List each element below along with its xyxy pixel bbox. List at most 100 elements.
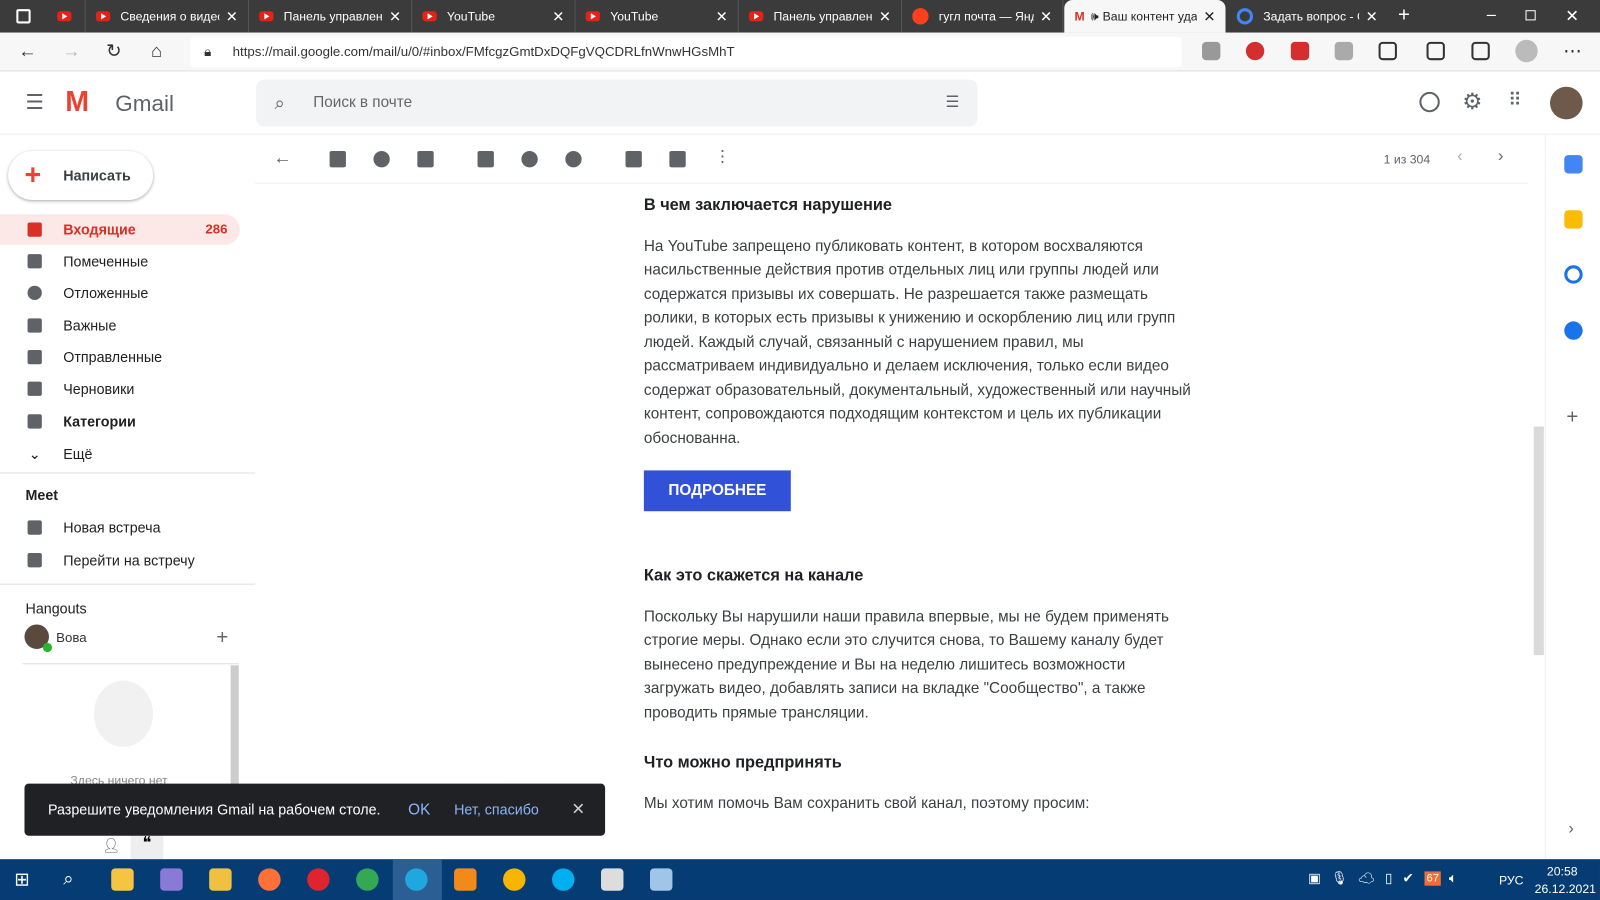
- close-tab-icon[interactable]: ✕: [716, 8, 728, 25]
- skype-icon[interactable]: [552, 868, 575, 891]
- snackbar-ok-button[interactable]: OK: [408, 784, 430, 836]
- close-tab-icon[interactable]: ✕: [1366, 8, 1378, 25]
- prev-icon[interactable]: ‹: [1457, 148, 1462, 166]
- profile-icon[interactable]: [1515, 39, 1538, 63]
- search-options-icon[interactable]: ☰: [945, 80, 959, 127]
- meet-new-meeting[interactable]: Новая встреча: [0, 512, 240, 543]
- help-icon[interactable]: [1419, 91, 1440, 113]
- close-tab-icon[interactable]: ✕: [552, 8, 564, 25]
- sidebar-item-drafts[interactable]: Черновики: [0, 373, 240, 404]
- battery-badge[interactable]: 67: [1424, 871, 1442, 886]
- snackbar-no-button[interactable]: Нет, спасибо: [454, 784, 539, 836]
- close-tab-icon[interactable]: ✕: [1040, 8, 1052, 25]
- tray-icons[interactable]: ▣🎙︎☁︎▯✔: [1308, 870, 1424, 886]
- close-icon[interactable]: ✕: [571, 784, 585, 836]
- keep-icon[interactable]: [1564, 210, 1583, 229]
- home-icon[interactable]: ⌂: [151, 41, 162, 62]
- app-icon[interactable]: [503, 868, 526, 891]
- search-input[interactable]: ⌕ Поиск в почте ☰: [256, 79, 978, 127]
- sidebar-item-inbox[interactable]: Входящие 286: [0, 214, 240, 245]
- browser-tab[interactable]: Панель управления✕: [249, 0, 413, 33]
- add-task-icon[interactable]: [565, 151, 582, 168]
- opera-icon[interactable]: [307, 868, 330, 891]
- url-input[interactable]: 🔒︎ https://mail.google.com/mail/u/0/#inbo…: [189, 36, 1182, 68]
- browser-tab-active[interactable]: M🕪Ваш контент удалён✕: [1064, 0, 1226, 33]
- close-tab-icon[interactable]: ✕: [226, 8, 238, 25]
- tasks-icon[interactable]: [1564, 265, 1583, 284]
- app-icon[interactable]: [649, 868, 673, 891]
- forward-icon[interactable]: →: [62, 41, 80, 62]
- meet-join-meeting[interactable]: Перейти на встречу: [0, 545, 240, 576]
- calendar-icon[interactable]: [1564, 155, 1583, 174]
- reload-icon[interactable]: ↻: [106, 41, 121, 62]
- collections-icon[interactable]: [1471, 41, 1490, 61]
- snooze-icon[interactable]: [521, 151, 538, 168]
- report-spam-icon[interactable]: [373, 151, 390, 168]
- sidebar-item-snoozed[interactable]: Отложенные: [0, 278, 240, 309]
- browser-tab[interactable]: YouTube ✕: [576, 0, 739, 33]
- close-window-button[interactable]: ✕: [1565, 6, 1579, 26]
- volume-icon[interactable]: 🔈︎: [1449, 870, 1457, 886]
- move-to-icon[interactable]: [625, 151, 642, 168]
- hangouts-user[interactable]: Вова: [56, 630, 87, 645]
- tab-actions-icon[interactable]: [16, 9, 31, 24]
- compose-button[interactable]: + Написать: [8, 151, 153, 200]
- back-to-inbox-icon[interactable]: ←: [273, 147, 291, 168]
- archive-icon[interactable]: [329, 151, 346, 168]
- add-addon-icon[interactable]: +: [1566, 406, 1578, 429]
- chrome-icon[interactable]: [356, 868, 379, 891]
- video-extension-icon[interactable]: [1245, 41, 1265, 61]
- gmail-logo-icon[interactable]: M: [65, 86, 89, 119]
- browser-tab[interactable]: Сведения о видео ✕: [86, 0, 249, 33]
- language-indicator[interactable]: РУС: [1499, 873, 1524, 887]
- browser-tab[interactable]: [47, 0, 86, 33]
- browser-tab[interactable]: Задать вопрос - Google✕: [1227, 0, 1388, 33]
- learn-more-button[interactable]: ПОДРОБНЕЕ: [643, 470, 791, 512]
- restore-button[interactable]: [1525, 10, 1536, 21]
- close-tab-icon[interactable]: ✕: [1203, 8, 1215, 25]
- fl-studio-icon[interactable]: [454, 868, 477, 891]
- sidebar-item-important[interactable]: Важные: [0, 310, 240, 341]
- more-vert-icon[interactable]: ⋮: [714, 147, 730, 167]
- add-contact-icon[interactable]: +: [216, 627, 228, 650]
- expand-panel-icon[interactable]: ›: [1568, 820, 1573, 838]
- start-icon[interactable]: ⊞: [14, 869, 29, 890]
- next-icon[interactable]: ›: [1498, 148, 1503, 166]
- search-icon[interactable]: ⌕: [63, 868, 73, 889]
- favorites-icon[interactable]: [1426, 41, 1445, 61]
- scrollbar[interactable]: [230, 665, 239, 788]
- adblock-extension-icon[interactable]: [1290, 41, 1310, 61]
- gmail-logo[interactable]: Gmail: [115, 91, 174, 118]
- person-icon[interactable]: 👤︎: [102, 837, 120, 854]
- browser-tab[interactable]: YouTube ✕: [412, 0, 576, 33]
- more-icon[interactable]: ⋯: [1563, 41, 1581, 62]
- explorer-icon[interactable]: [111, 868, 134, 891]
- app-icon[interactable]: [601, 868, 624, 891]
- new-tab-button[interactable]: +: [1398, 4, 1410, 27]
- shield-extension-icon[interactable]: [1202, 41, 1221, 61]
- account-avatar[interactable]: [1549, 86, 1583, 120]
- puzzle-icon[interactable]: [1378, 41, 1397, 61]
- minimize-button[interactable]: –: [1487, 6, 1496, 24]
- clock-time[interactable]: 20:58: [1547, 864, 1578, 878]
- browser-tab[interactable]: гугл почта — Яндекс✕: [902, 0, 1064, 33]
- app-icon[interactable]: [209, 868, 232, 891]
- menu-icon[interactable]: ☰: [26, 90, 44, 116]
- contacts-icon[interactable]: [1564, 321, 1583, 340]
- extension-icon[interactable]: [1334, 41, 1354, 61]
- firefox-icon[interactable]: [258, 868, 281, 891]
- visual-studio-icon[interactable]: [160, 868, 183, 891]
- back-icon[interactable]: ←: [18, 41, 36, 62]
- delete-icon[interactable]: [417, 151, 434, 168]
- sidebar-item-more[interactable]: ⌄ Ещё: [0, 439, 240, 470]
- sidebar-item-starred[interactable]: Помеченные: [0, 246, 240, 277]
- settings-icon[interactable]: ⚙: [1462, 89, 1482, 116]
- apps-icon[interactable]: ⠿: [1508, 90, 1521, 111]
- browser-tab[interactable]: Панель управления✕: [739, 0, 903, 33]
- sidebar-item-categories[interactable]: Категории: [0, 406, 240, 437]
- label-icon[interactable]: [669, 151, 686, 168]
- content-scrollbar[interactable]: [1533, 426, 1544, 656]
- close-tab-icon[interactable]: ✕: [879, 8, 891, 25]
- mark-unread-icon[interactable]: [477, 151, 494, 168]
- edge-icon[interactable]: [405, 868, 428, 891]
